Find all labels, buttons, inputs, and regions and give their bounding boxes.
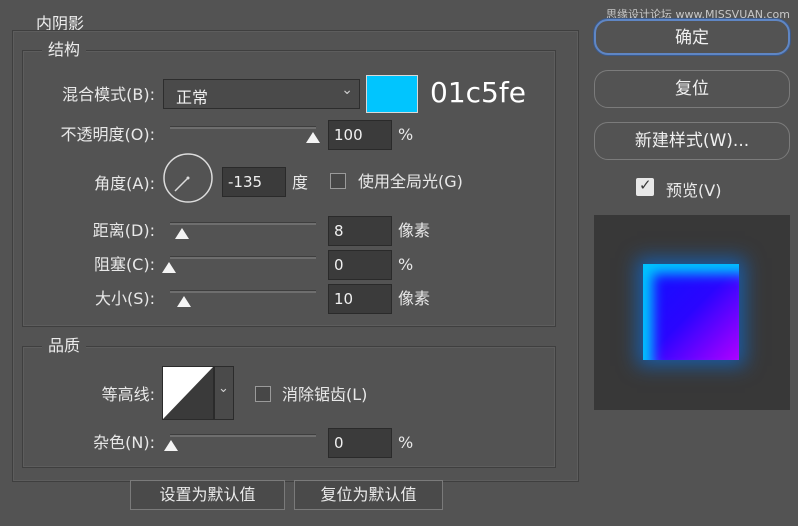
preview-thumbnail [594,215,790,410]
angle-unit: 度 [292,173,309,192]
structure-title: 结构 [42,40,87,60]
contour-label: 等高线: [101,385,155,404]
color-hex-label: 01c5fe [430,76,526,109]
anti-alias-checkbox[interactable] [255,386,271,402]
blend-mode-label: 混合模式(B): [62,85,155,104]
size-slider-thumb[interactable] [177,296,191,307]
choke-label: 阻塞(C): [93,255,155,274]
chevron-down-icon: ⌄ [218,381,229,396]
opacity-unit: % [398,125,414,144]
quality-title: 品质 [42,336,87,356]
opacity-slider-track[interactable] [170,126,316,129]
reset-button[interactable]: 复位 [594,70,790,108]
choke-input[interactable]: 0 [328,250,392,280]
noise-slider-track[interactable] [170,434,316,437]
angle-label: 角度(A): [94,174,155,193]
angle-dial-icon [163,153,213,203]
size-slider-track[interactable] [170,290,316,293]
ok-button[interactable]: 确定 [594,19,790,55]
distance-slider-thumb[interactable] [175,228,189,239]
checkmark-icon: ✓ [639,176,652,194]
distance-label: 距离(D): [92,221,155,240]
angle-dial[interactable] [162,152,214,204]
opacity-label: 不透明度(O): [60,125,155,144]
anti-alias-label: 消除锯齿(L) [282,385,368,404]
preview-checkbox[interactable]: ✓ [636,176,654,196]
make-default-button[interactable]: 设置为默认值 [130,480,285,510]
size-unit: 像素 [398,289,431,308]
blend-mode-select[interactable]: 正常 ⌄ [163,79,360,109]
noise-unit: % [398,433,414,452]
noise-input[interactable]: 0 [328,428,392,458]
opacity-slider-thumb[interactable] [306,132,320,143]
distance-slider-track[interactable] [170,222,316,225]
opacity-input[interactable]: 100 [328,120,392,150]
chevron-down-icon: ⌄ [341,82,353,98]
size-input[interactable]: 10 [328,284,392,314]
contour-dropdown[interactable]: ⌄ [214,366,234,420]
global-light-label: 使用全局光(G) [358,172,463,191]
color-swatch[interactable] [366,75,418,113]
contour-linear-icon [163,367,213,419]
size-label: 大小(S): [94,289,155,308]
choke-unit: % [398,255,414,274]
distance-input[interactable]: 8 [328,216,392,246]
noise-label: 杂色(N): [93,433,155,452]
blend-mode-value: 正常 [176,88,209,107]
preview-shape [643,264,739,360]
reset-to-default-button[interactable]: 复位为默认值 [294,480,443,510]
choke-slider-track[interactable] [170,256,316,259]
noise-slider-thumb[interactable] [164,440,178,451]
angle-input[interactable]: -135 [222,167,286,197]
preview-label: 预览(V) [666,181,722,200]
distance-unit: 像素 [398,221,431,240]
contour-picker[interactable] [162,366,214,420]
choke-slider-thumb[interactable] [162,262,176,273]
global-light-checkbox[interactable] [330,173,346,189]
new-style-button[interactable]: 新建样式(W)... [594,122,790,160]
